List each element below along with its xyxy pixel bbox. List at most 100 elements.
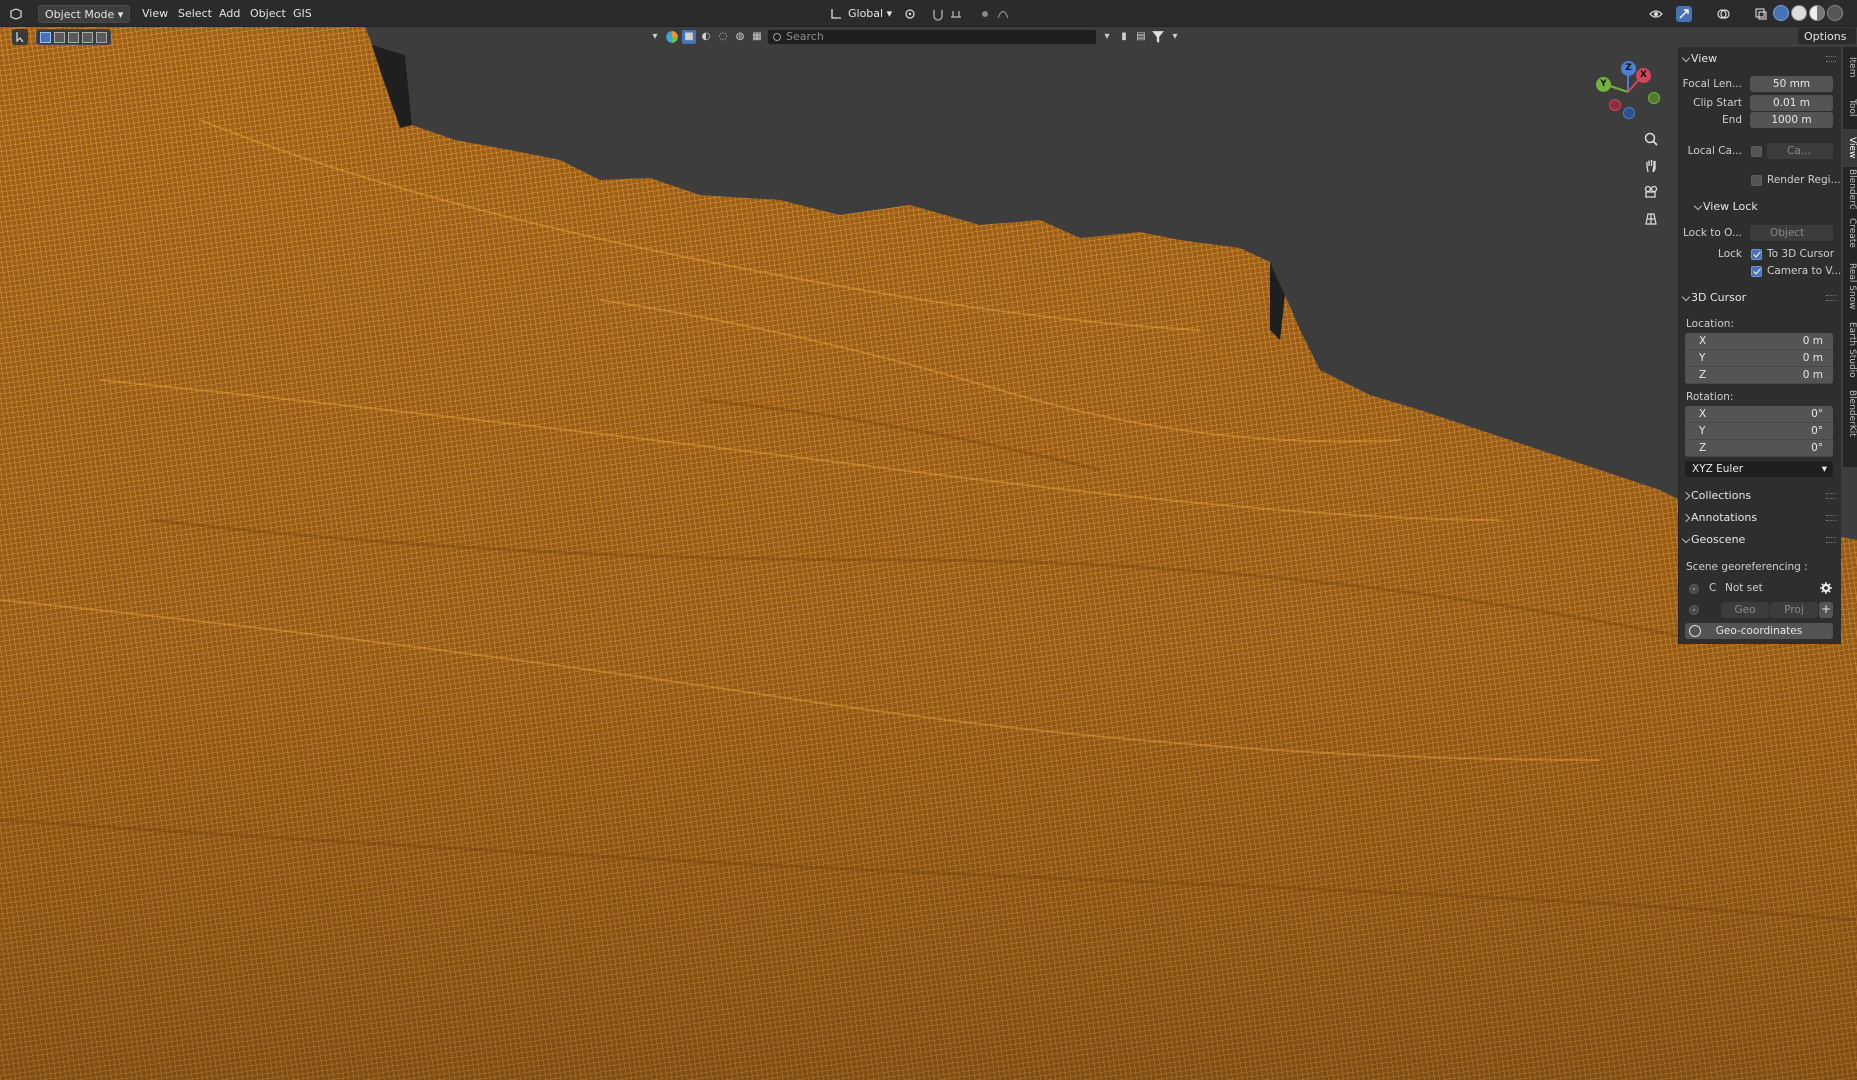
pan-hand-icon[interactable] bbox=[1640, 155, 1662, 177]
visibility-icon[interactable] bbox=[1648, 6, 1664, 22]
lock-to-object-field[interactable]: Object bbox=[1750, 225, 1833, 241]
falloff-icon[interactable] bbox=[995, 6, 1011, 22]
gizmo-toggle-icon[interactable] bbox=[1676, 6, 1692, 22]
navigation-gizmo[interactable]: Z Y X bbox=[1592, 58, 1664, 126]
search-options-icon[interactable]: ▾ bbox=[1100, 30, 1114, 44]
options-button[interactable]: Options ▾ bbox=[1797, 27, 1857, 61]
local-camera-checkbox[interactable] bbox=[1751, 146, 1762, 157]
neg-z-axis-icon[interactable] bbox=[1623, 107, 1635, 119]
layout-icon[interactable]: ▤ bbox=[1134, 30, 1148, 44]
proportional-edit-icon[interactable] bbox=[977, 6, 993, 22]
drag-handle-icon-3[interactable] bbox=[1826, 493, 1836, 499]
gear-icon[interactable] bbox=[1818, 580, 1834, 596]
light-filter-icon[interactable]: ◌ bbox=[716, 30, 730, 44]
add-icon[interactable]: + bbox=[1819, 602, 1833, 618]
color-wheel-icon[interactable] bbox=[665, 30, 679, 44]
perspective-grid-icon[interactable] bbox=[1640, 208, 1662, 230]
menu-gis[interactable]: GIS bbox=[287, 5, 318, 23]
neg-x-axis-icon[interactable] bbox=[1609, 99, 1621, 111]
tab-item[interactable]: Item bbox=[1843, 47, 1857, 87]
axis-value: 0 m bbox=[1802, 352, 1823, 364]
annotations-section-header[interactable]: Annotations bbox=[1679, 508, 1842, 528]
overlays-icon[interactable] bbox=[1715, 6, 1731, 22]
zoom-icon[interactable] bbox=[1640, 128, 1662, 150]
crs-not-set-label: Not set bbox=[1725, 582, 1763, 594]
tab-blenderkit[interactable]: BlenderKit bbox=[1843, 385, 1857, 441]
cursor-location-z[interactable]: Z 0 m bbox=[1685, 367, 1833, 384]
funnel-filter-icon[interactable] bbox=[1151, 30, 1165, 44]
select-extend-icon[interactable] bbox=[54, 31, 65, 43]
snap-icon[interactable] bbox=[930, 6, 946, 22]
wireframe-shading-icon[interactable] bbox=[1773, 5, 1789, 21]
pivot-point-icon[interactable] bbox=[902, 6, 918, 22]
cursor-rotation-x[interactable]: X 0° bbox=[1685, 406, 1833, 423]
local-camera-field[interactable]: Ca... bbox=[1767, 143, 1833, 159]
crs-letter: C bbox=[1709, 582, 1717, 594]
cursor-section-header[interactable]: 3D Cursor bbox=[1679, 288, 1842, 308]
search-input[interactable]: Search bbox=[767, 28, 1097, 45]
view-section-header[interactable]: View bbox=[1679, 49, 1842, 69]
z-axis-icon[interactable]: Z bbox=[1621, 61, 1636, 76]
select-tool-icon[interactable] bbox=[12, 29, 28, 45]
collections-section-header[interactable]: Collections bbox=[1679, 486, 1842, 506]
cursor-rotation-z[interactable]: Z 0° bbox=[1685, 440, 1833, 457]
drag-handle-icon-4[interactable] bbox=[1826, 515, 1836, 521]
y-axis-icon[interactable]: Y bbox=[1596, 77, 1611, 92]
render-region-checkbox[interactable] bbox=[1751, 175, 1762, 186]
crs-radio[interactable] bbox=[1689, 584, 1699, 594]
chevron-down-icon-2[interactable]: ▾ bbox=[1168, 30, 1182, 44]
rotation-mode-dropdown[interactable]: XYZ Euler ▾ bbox=[1685, 461, 1833, 477]
terrain-wireframe-mesh[interactable] bbox=[0, 0, 1857, 1080]
view-lock-section-header[interactable]: View Lock bbox=[1691, 197, 1841, 217]
snap-target-icon[interactable] bbox=[948, 6, 964, 22]
geoscene-section-header[interactable]: Geoscene bbox=[1679, 530, 1842, 550]
select-intersect-icon[interactable] bbox=[96, 31, 107, 43]
geo-coordinates-button[interactable]: Geo-coordinates bbox=[1685, 623, 1833, 639]
chevron-down-icon-3: ▾ bbox=[1821, 463, 1827, 475]
xray-icon[interactable] bbox=[1753, 6, 1769, 22]
focal-length-field[interactable]: 50 mm bbox=[1750, 76, 1833, 92]
menu-select[interactable]: Select bbox=[172, 5, 218, 23]
editor-type-icon[interactable] bbox=[8, 6, 24, 22]
3d-viewport[interactable] bbox=[0, 0, 1857, 1080]
geo-radio[interactable] bbox=[1689, 605, 1699, 615]
tab-tool[interactable]: Tool bbox=[1843, 89, 1857, 127]
tab-create[interactable]: Create bbox=[1843, 211, 1857, 255]
tab-real-snow[interactable]: Real Snow bbox=[1843, 257, 1857, 315]
menu-view[interactable]: View bbox=[136, 5, 174, 23]
cursor-location-x[interactable]: X 0 m bbox=[1685, 333, 1833, 350]
tab-blendergis[interactable]: BlenderGIS bbox=[1843, 169, 1857, 209]
orientation-dropdown[interactable]: Global ▾ bbox=[842, 5, 898, 23]
clip-start-field[interactable]: 0.01 m bbox=[1750, 95, 1833, 111]
mode-dropdown[interactable]: Object Mode ▾ bbox=[38, 5, 131, 23]
cursor-location-y[interactable]: Y 0 m bbox=[1685, 350, 1833, 367]
neg-y-axis-icon[interactable] bbox=[1648, 92, 1660, 104]
proj-field[interactable]: Proj bbox=[1770, 602, 1818, 618]
cursor-rotation-y[interactable]: Y 0° bbox=[1685, 423, 1833, 440]
tab-earth-studio[interactable]: Earth Studio bbox=[1843, 317, 1857, 383]
x-axis-icon[interactable]: X bbox=[1636, 68, 1651, 83]
camera-view-icon[interactable] bbox=[1640, 181, 1662, 203]
menu-object[interactable]: Object bbox=[244, 5, 292, 23]
rendered-shading-icon[interactable] bbox=[1827, 5, 1843, 21]
drag-handle-icon[interactable] bbox=[1826, 56, 1836, 62]
camera-to-view-checkbox[interactable] bbox=[1751, 266, 1762, 277]
lock-to-cursor-checkbox[interactable] bbox=[1751, 249, 1762, 260]
select-invert-icon[interactable] bbox=[82, 31, 93, 43]
geo-field[interactable]: Geo bbox=[1721, 602, 1769, 618]
select-new-icon[interactable] bbox=[40, 31, 51, 43]
select-subtract-icon[interactable] bbox=[68, 31, 79, 43]
tab-view[interactable]: View bbox=[1843, 129, 1857, 167]
clip-end-field[interactable]: 1000 m bbox=[1750, 112, 1833, 128]
scene-filter-icon[interactable]: ▦ bbox=[750, 30, 764, 44]
bookmark-icon[interactable]: ▮ bbox=[1117, 30, 1131, 44]
world-filter-icon[interactable]: ◍ bbox=[733, 30, 747, 44]
sphere-filter-icon[interactable]: ◐ bbox=[699, 30, 713, 44]
material-shading-icon[interactable] bbox=[1809, 5, 1825, 21]
drag-handle-icon-5[interactable] bbox=[1826, 537, 1836, 543]
object-filter-icon[interactable]: ■ bbox=[682, 29, 696, 44]
drag-handle-icon-2[interactable] bbox=[1826, 295, 1836, 301]
menu-add[interactable]: Add bbox=[213, 5, 246, 23]
solid-shading-icon[interactable] bbox=[1791, 5, 1807, 21]
chevron-down-icon[interactable]: ▾ bbox=[648, 30, 662, 44]
